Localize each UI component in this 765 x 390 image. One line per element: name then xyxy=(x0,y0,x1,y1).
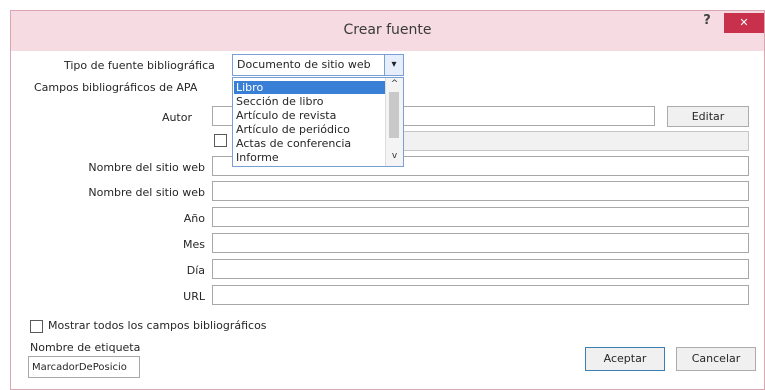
scroll-down-icon[interactable]: v xyxy=(386,151,403,161)
accept-button[interactable]: Aceptar xyxy=(585,347,665,371)
show-all-fields-label[interactable]: Mostrar todos los campos bibliográficos xyxy=(48,319,267,332)
source-type-label: Tipo de fuente bibliográfica xyxy=(64,59,215,72)
show-all-fields-checkbox[interactable] xyxy=(30,320,43,333)
cancel-button[interactable]: Cancelar xyxy=(676,347,756,371)
day-label: Día xyxy=(186,264,205,277)
url-field[interactable] xyxy=(212,285,749,305)
year-field[interactable] xyxy=(212,207,749,227)
author-label: Autor xyxy=(161,111,192,124)
dropdown-item-libro[interactable]: Libro xyxy=(234,81,386,94)
dropdown-item-articulo-de-periodico[interactable]: Artículo de periódico xyxy=(234,123,386,136)
edit-author-button[interactable]: Editar xyxy=(667,106,749,127)
dropdown-item-seccion-de-libro[interactable]: Sección de libro xyxy=(234,95,386,108)
dropdown-scrollbar[interactable]: ^ v xyxy=(385,78,403,166)
dropdown-item-articulo-de-revista[interactable]: Artículo de revista xyxy=(234,109,386,122)
dropdown-item-actas-de-conferencia[interactable]: Actas de conferencia xyxy=(234,137,386,150)
scroll-thumb[interactable] xyxy=(389,92,399,138)
close-button[interactable]: ✕ xyxy=(724,13,764,33)
corporate-author-checkbox[interactable] xyxy=(214,134,227,147)
url-label: URL xyxy=(183,290,205,303)
source-type-select[interactable]: Documento de sitio web ▾ xyxy=(232,54,404,76)
source-type-dropdown-list[interactable]: Libro Sección de libro Artículo de revis… xyxy=(232,77,404,167)
day-field[interactable] xyxy=(212,259,749,279)
apa-fields-section-label: Campos bibliográficos de APA xyxy=(34,81,198,94)
chevron-down-icon[interactable]: ▾ xyxy=(384,55,403,75)
dropdown-item-informe[interactable]: Informe xyxy=(234,151,386,164)
site-name-label-1: Nombre del sitio web xyxy=(88,161,205,174)
scroll-up-icon[interactable]: ^ xyxy=(386,79,403,89)
month-field[interactable] xyxy=(212,233,749,253)
help-button[interactable]: ? xyxy=(699,13,715,33)
tag-name-input[interactable] xyxy=(28,356,140,378)
site-name-label-2: Nombre del sitio web xyxy=(88,186,205,199)
tag-name-label: Nombre de etiqueta xyxy=(30,341,141,354)
year-label: Año xyxy=(183,212,205,225)
title-bar: Crear fuente ? ✕ xyxy=(11,11,764,51)
site-name-field-2[interactable] xyxy=(212,181,749,201)
dialog-title: Crear fuente xyxy=(343,22,432,38)
source-type-value: Documento de sitio web xyxy=(237,58,371,71)
month-label: Mes xyxy=(183,238,205,251)
